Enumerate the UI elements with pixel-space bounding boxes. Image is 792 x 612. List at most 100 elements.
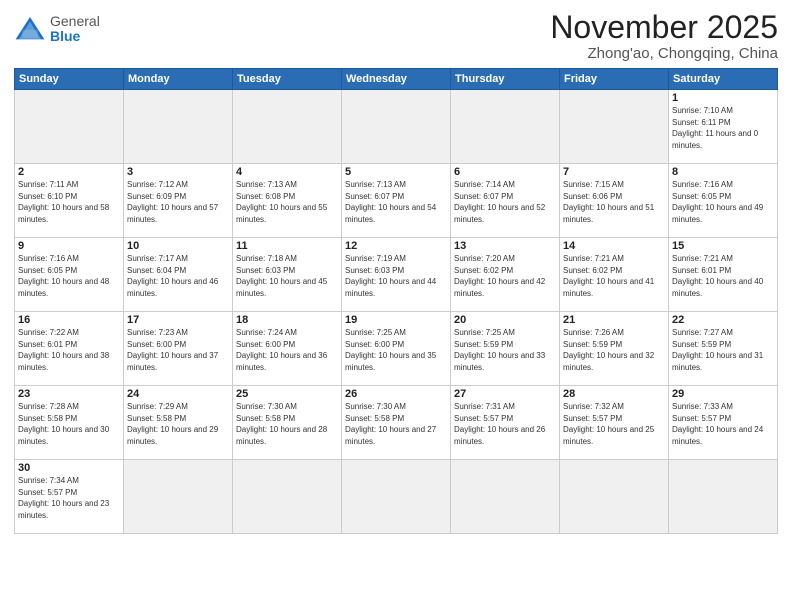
day-number: 11 (236, 240, 338, 252)
calendar-cell (233, 90, 342, 164)
day-info: Sunrise: 7:26 AMSunset: 5:59 PMDaylight:… (563, 327, 665, 373)
day-info: Sunrise: 7:30 AMSunset: 5:58 PMDaylight:… (345, 401, 447, 447)
calendar-cell: 2Sunrise: 7:11 AMSunset: 6:10 PMDaylight… (15, 164, 124, 238)
calendar-cell: 7Sunrise: 7:15 AMSunset: 6:06 PMDaylight… (560, 164, 669, 238)
calendar-cell: 21Sunrise: 7:26 AMSunset: 5:59 PMDayligh… (560, 312, 669, 386)
day-info: Sunrise: 7:33 AMSunset: 5:57 PMDaylight:… (672, 401, 774, 447)
weekday-header-sunday: Sunday (15, 69, 124, 90)
day-number: 12 (345, 240, 447, 252)
calendar-cell: 23Sunrise: 7:28 AMSunset: 5:58 PMDayligh… (15, 386, 124, 460)
weekday-header-wednesday: Wednesday (342, 69, 451, 90)
location: Zhong'ao, Chongqing, China (550, 45, 778, 62)
calendar-cell: 18Sunrise: 7:24 AMSunset: 6:00 PMDayligh… (233, 312, 342, 386)
day-number: 2 (18, 166, 120, 178)
calendar-cell: 10Sunrise: 7:17 AMSunset: 6:04 PMDayligh… (124, 238, 233, 312)
weekday-header-saturday: Saturday (669, 69, 778, 90)
weekday-header-tuesday: Tuesday (233, 69, 342, 90)
day-info: Sunrise: 7:16 AMSunset: 6:05 PMDaylight:… (672, 179, 774, 225)
calendar-cell (124, 90, 233, 164)
month-title: November 2025 (550, 10, 778, 45)
day-number: 21 (563, 314, 665, 326)
day-info: Sunrise: 7:28 AMSunset: 5:58 PMDaylight:… (18, 401, 120, 447)
calendar-cell: 9Sunrise: 7:16 AMSunset: 6:05 PMDaylight… (15, 238, 124, 312)
calendar-cell (342, 460, 451, 534)
day-number: 5 (345, 166, 447, 178)
week-row-3: 9Sunrise: 7:16 AMSunset: 6:05 PMDaylight… (15, 238, 778, 312)
day-number: 19 (345, 314, 447, 326)
day-number: 7 (563, 166, 665, 178)
calendar-cell: 22Sunrise: 7:27 AMSunset: 5:59 PMDayligh… (669, 312, 778, 386)
week-row-5: 23Sunrise: 7:28 AMSunset: 5:58 PMDayligh… (15, 386, 778, 460)
weekday-header-row: SundayMondayTuesdayWednesdayThursdayFrid… (15, 69, 778, 90)
calendar-cell: 17Sunrise: 7:23 AMSunset: 6:00 PMDayligh… (124, 312, 233, 386)
day-info: Sunrise: 7:23 AMSunset: 6:00 PMDaylight:… (127, 327, 229, 373)
day-number: 14 (563, 240, 665, 252)
day-info: Sunrise: 7:20 AMSunset: 6:02 PMDaylight:… (454, 253, 556, 299)
week-row-6: 30Sunrise: 7:34 AMSunset: 5:57 PMDayligh… (15, 460, 778, 534)
day-info: Sunrise: 7:17 AMSunset: 6:04 PMDaylight:… (127, 253, 229, 299)
calendar-cell (342, 90, 451, 164)
day-info: Sunrise: 7:18 AMSunset: 6:03 PMDaylight:… (236, 253, 338, 299)
day-info: Sunrise: 7:15 AMSunset: 6:06 PMDaylight:… (563, 179, 665, 225)
calendar-cell: 24Sunrise: 7:29 AMSunset: 5:58 PMDayligh… (124, 386, 233, 460)
day-info: Sunrise: 7:16 AMSunset: 6:05 PMDaylight:… (18, 253, 120, 299)
day-info: Sunrise: 7:14 AMSunset: 6:07 PMDaylight:… (454, 179, 556, 225)
day-number: 1 (672, 92, 774, 104)
week-row-1: 1Sunrise: 7:10 AMSunset: 6:11 PMDaylight… (15, 90, 778, 164)
calendar-cell: 26Sunrise: 7:30 AMSunset: 5:58 PMDayligh… (342, 386, 451, 460)
day-number: 10 (127, 240, 229, 252)
day-info: Sunrise: 7:32 AMSunset: 5:57 PMDaylight:… (563, 401, 665, 447)
page: General Blue November 2025 Zhong'ao, Cho… (0, 0, 792, 612)
day-number: 8 (672, 166, 774, 178)
calendar-cell (560, 460, 669, 534)
day-info: Sunrise: 7:25 AMSunset: 5:59 PMDaylight:… (454, 327, 556, 373)
calendar-cell (124, 460, 233, 534)
calendar-cell: 13Sunrise: 7:20 AMSunset: 6:02 PMDayligh… (451, 238, 560, 312)
calendar-cell: 1Sunrise: 7:10 AMSunset: 6:11 PMDaylight… (669, 90, 778, 164)
day-number: 4 (236, 166, 338, 178)
title-block: November 2025 Zhong'ao, Chongqing, China (550, 10, 778, 62)
day-number: 27 (454, 388, 556, 400)
calendar-cell: 20Sunrise: 7:25 AMSunset: 5:59 PMDayligh… (451, 312, 560, 386)
weekday-header-thursday: Thursday (451, 69, 560, 90)
day-number: 23 (18, 388, 120, 400)
header: General Blue November 2025 Zhong'ao, Cho… (14, 10, 778, 62)
day-info: Sunrise: 7:11 AMSunset: 6:10 PMDaylight:… (18, 179, 120, 225)
day-number: 20 (454, 314, 556, 326)
calendar-cell: 27Sunrise: 7:31 AMSunset: 5:57 PMDayligh… (451, 386, 560, 460)
day-info: Sunrise: 7:24 AMSunset: 6:00 PMDaylight:… (236, 327, 338, 373)
day-info: Sunrise: 7:12 AMSunset: 6:09 PMDaylight:… (127, 179, 229, 225)
calendar-cell (15, 90, 124, 164)
calendar-cell: 5Sunrise: 7:13 AMSunset: 6:07 PMDaylight… (342, 164, 451, 238)
calendar-cell: 14Sunrise: 7:21 AMSunset: 6:02 PMDayligh… (560, 238, 669, 312)
day-number: 17 (127, 314, 229, 326)
calendar-cell: 25Sunrise: 7:30 AMSunset: 5:58 PMDayligh… (233, 386, 342, 460)
calendar-cell: 30Sunrise: 7:34 AMSunset: 5:57 PMDayligh… (15, 460, 124, 534)
calendar-cell: 4Sunrise: 7:13 AMSunset: 6:08 PMDaylight… (233, 164, 342, 238)
calendar-cell (560, 90, 669, 164)
day-info: Sunrise: 7:21 AMSunset: 6:01 PMDaylight:… (672, 253, 774, 299)
week-row-2: 2Sunrise: 7:11 AMSunset: 6:10 PMDaylight… (15, 164, 778, 238)
day-info: Sunrise: 7:29 AMSunset: 5:58 PMDaylight:… (127, 401, 229, 447)
logo-text: General Blue (50, 14, 100, 45)
weekday-header-monday: Monday (124, 69, 233, 90)
day-info: Sunrise: 7:34 AMSunset: 5:57 PMDaylight:… (18, 475, 120, 521)
day-info: Sunrise: 7:13 AMSunset: 6:07 PMDaylight:… (345, 179, 447, 225)
day-number: 24 (127, 388, 229, 400)
day-info: Sunrise: 7:30 AMSunset: 5:58 PMDaylight:… (236, 401, 338, 447)
day-number: 15 (672, 240, 774, 252)
logo-icon (14, 15, 46, 43)
day-info: Sunrise: 7:19 AMSunset: 6:03 PMDaylight:… (345, 253, 447, 299)
day-info: Sunrise: 7:22 AMSunset: 6:01 PMDaylight:… (18, 327, 120, 373)
calendar-cell (669, 460, 778, 534)
calendar-cell: 6Sunrise: 7:14 AMSunset: 6:07 PMDaylight… (451, 164, 560, 238)
day-info: Sunrise: 7:10 AMSunset: 6:11 PMDaylight:… (672, 105, 774, 151)
calendar-cell: 12Sunrise: 7:19 AMSunset: 6:03 PMDayligh… (342, 238, 451, 312)
day-number: 18 (236, 314, 338, 326)
calendar-cell (233, 460, 342, 534)
day-number: 9 (18, 240, 120, 252)
calendar-cell: 11Sunrise: 7:18 AMSunset: 6:03 PMDayligh… (233, 238, 342, 312)
day-number: 16 (18, 314, 120, 326)
day-info: Sunrise: 7:21 AMSunset: 6:02 PMDaylight:… (563, 253, 665, 299)
calendar-cell: 16Sunrise: 7:22 AMSunset: 6:01 PMDayligh… (15, 312, 124, 386)
